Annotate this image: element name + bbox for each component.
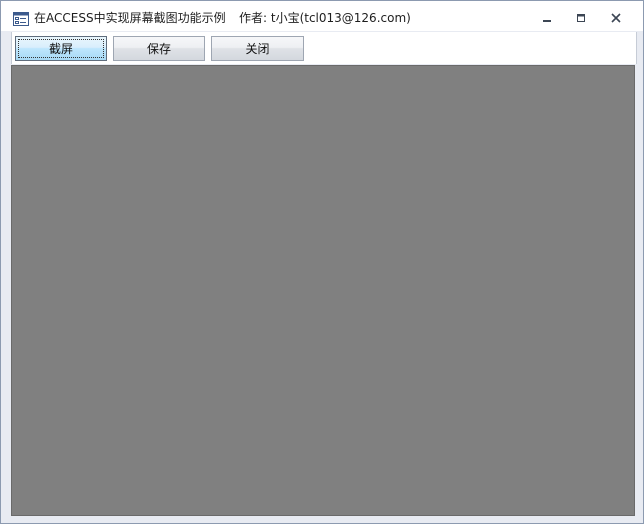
save-button[interactable]: 保存	[113, 36, 205, 61]
toolbar: 截屏 保存 关闭	[11, 32, 637, 64]
capture-button[interactable]: 截屏	[15, 36, 107, 61]
screenshot-canvas	[11, 65, 635, 516]
restore-button[interactable]	[568, 9, 594, 27]
window-title: 在ACCESS中实现屏幕截图功能示例	[34, 11, 226, 25]
restore-icon	[577, 14, 585, 22]
minimize-icon	[543, 20, 551, 22]
window-author: 作者: t小宝(tcl013@126.com)	[239, 11, 411, 25]
close-form-button-label: 关闭	[245, 42, 270, 56]
minimize-button[interactable]	[534, 9, 560, 27]
app-window: 在ACCESS中实现屏幕截图功能示例 作者: t小宝(tcl013@126.co…	[0, 0, 644, 524]
save-button-label: 保存	[146, 42, 171, 56]
close-form-button[interactable]: 关闭	[211, 36, 304, 61]
window-bottom-border	[1, 516, 643, 523]
capture-button-label: 截屏	[48, 42, 73, 56]
title-bar[interactable]: 在ACCESS中实现屏幕截图功能示例 作者: t小宝(tcl013@126.co…	[1, 1, 643, 31]
close-button[interactable]	[603, 9, 629, 27]
close-icon	[611, 13, 621, 23]
form-icon	[13, 11, 29, 26]
